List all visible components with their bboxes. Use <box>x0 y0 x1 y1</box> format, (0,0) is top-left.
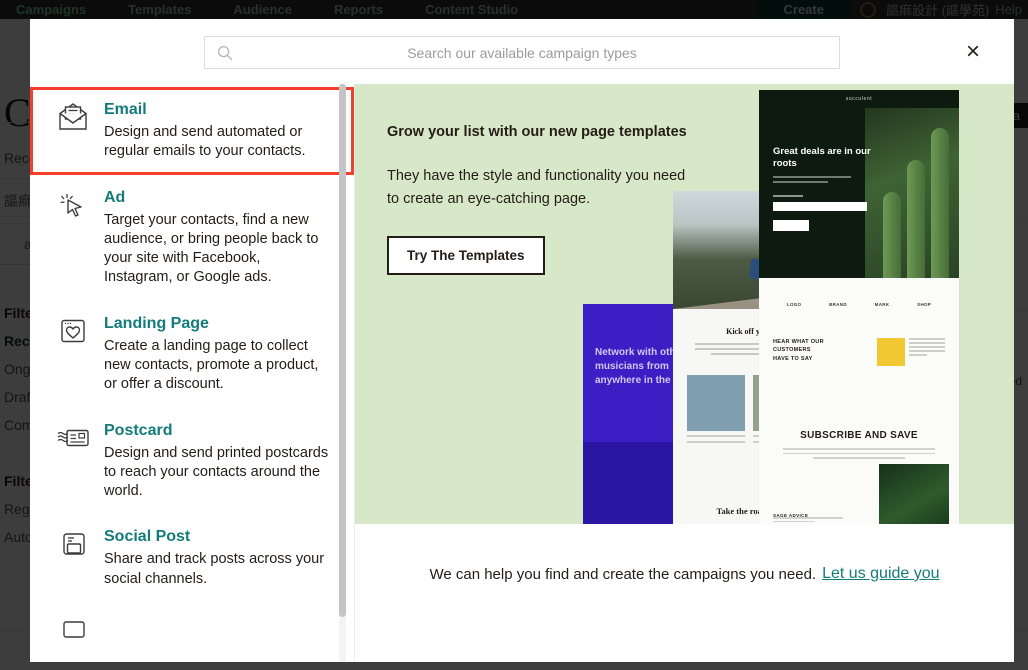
campaign-type-ad[interactable]: Ad Target your contacts, find a new audi… <box>30 175 354 301</box>
close-icon[interactable]: × <box>960 39 986 65</box>
campaign-type-title: Landing Page <box>104 314 332 334</box>
campaign-type-description: Design and send printed postcards to rea… <box>104 444 332 502</box>
promo-banner: Grow your list with our new page templat… <box>355 84 1014 524</box>
try-the-templates-button[interactable]: Try The Templates <box>387 236 545 275</box>
modal-body: Email Design and send automated or regul… <box>30 84 1014 662</box>
mockup-quote-lines <box>909 338 945 366</box>
mockup-avatar <box>877 338 905 366</box>
campaign-type-modal: × Email <box>30 19 1014 662</box>
mockup-plant-photo <box>879 464 949 524</box>
signup-form-icon <box>56 615 90 649</box>
promo-copy: Grow your list with our new page templat… <box>387 123 687 275</box>
email-envelope-icon <box>56 100 90 134</box>
campaign-type-description: Target your contacts, find a new audienc… <box>104 211 332 288</box>
search-bar[interactable] <box>204 36 840 69</box>
campaign-type-text <box>104 615 332 649</box>
campaign-type-email[interactable]: Email Design and send automated or regul… <box>30 87 354 175</box>
list-scrollbar-thumb[interactable] <box>339 84 346 617</box>
campaign-type-list-inner: Email Design and send automated or regul… <box>30 84 354 662</box>
mockup-cactus-headline: Great deals are in our roots <box>773 146 873 171</box>
mockup-cactus-subtext <box>773 176 851 186</box>
mockup-subscribe-lines <box>783 448 935 459</box>
campaign-type-list: Email Design and send automated or regul… <box>30 84 355 662</box>
search-input[interactable] <box>233 45 839 61</box>
mockup-cactus-hero: succulent Great deals are in our roots <box>759 90 959 278</box>
mockup-email-field <box>773 202 867 211</box>
footer-text: We can help you find and create the camp… <box>429 566 816 583</box>
campaign-type-title: Email <box>104 100 332 120</box>
mockup-card <box>687 375 745 443</box>
heart-window-icon <box>56 314 90 348</box>
mockup-sage-lines <box>773 517 843 524</box>
promo-heading: Grow your list with our new page templat… <box>387 123 687 143</box>
promo-subtext: They have the style and functionality yo… <box>387 165 687 213</box>
mockup-cactus: succulent Great deals are in our roots <box>759 90 959 524</box>
campaign-type-text: Email Design and send automated or regul… <box>104 100 332 162</box>
social-post-icon <box>56 527 90 561</box>
campaign-type-text: Social Post Share and track posts across… <box>104 527 332 589</box>
mockup-field-label <box>773 195 803 197</box>
cursor-click-icon <box>56 188 90 222</box>
promo-column: Grow your list with our new page templat… <box>355 84 1014 662</box>
modal-header: × <box>30 19 1014 84</box>
let-us-guide-you-link[interactable]: Let us guide you <box>822 565 939 583</box>
campaign-type-landing-page[interactable]: Landing Page Create a landing page to co… <box>30 301 354 408</box>
mockup-submit-button <box>773 220 809 231</box>
mockup-brand-row: LOGOBRANDMARKSHOP <box>759 288 959 320</box>
campaign-type-description: Create a landing page to collect new con… <box>104 337 332 395</box>
mockup-person-1 <box>877 338 945 366</box>
modal-footer: We can help you find and create the camp… <box>355 524 1014 662</box>
mockup-testimonials-title: HEAR WHAT OUR CUSTOMERS HAVE TO SAY <box>773 338 825 363</box>
campaign-type-text: Landing Page Create a landing page to co… <box>104 314 332 395</box>
campaign-type-title: Ad <box>104 188 332 208</box>
search-icon <box>217 45 233 61</box>
campaign-type-title: Postcard <box>104 421 332 441</box>
campaign-type-description: Share and track posts across your social… <box>104 550 332 589</box>
campaign-type-description: Design and send automated or regular ema… <box>104 123 332 162</box>
campaign-type-postcard[interactable]: Postcard Design and send printed postcar… <box>30 408 354 515</box>
campaign-type-social-post[interactable]: Social Post Share and track posts across… <box>30 514 354 602</box>
campaign-type-text: Ad Target your contacts, find a new audi… <box>104 188 332 288</box>
campaign-type-text: Postcard Design and send printed postcar… <box>104 421 332 502</box>
mockup-subscribe-title: SUBSCRIBE AND SAVE <box>759 430 959 441</box>
mockup-testimonials: HEAR WHAT OUR CUSTOMERS HAVE TO SAY <box>773 338 945 363</box>
postcard-icon <box>56 421 90 455</box>
campaign-type-title: Social Post <box>104 527 332 547</box>
mockup-cactus-photo <box>865 108 959 278</box>
mockup-cactus-logo: succulent <box>846 96 873 102</box>
campaign-type-partial[interactable] <box>30 602 354 662</box>
